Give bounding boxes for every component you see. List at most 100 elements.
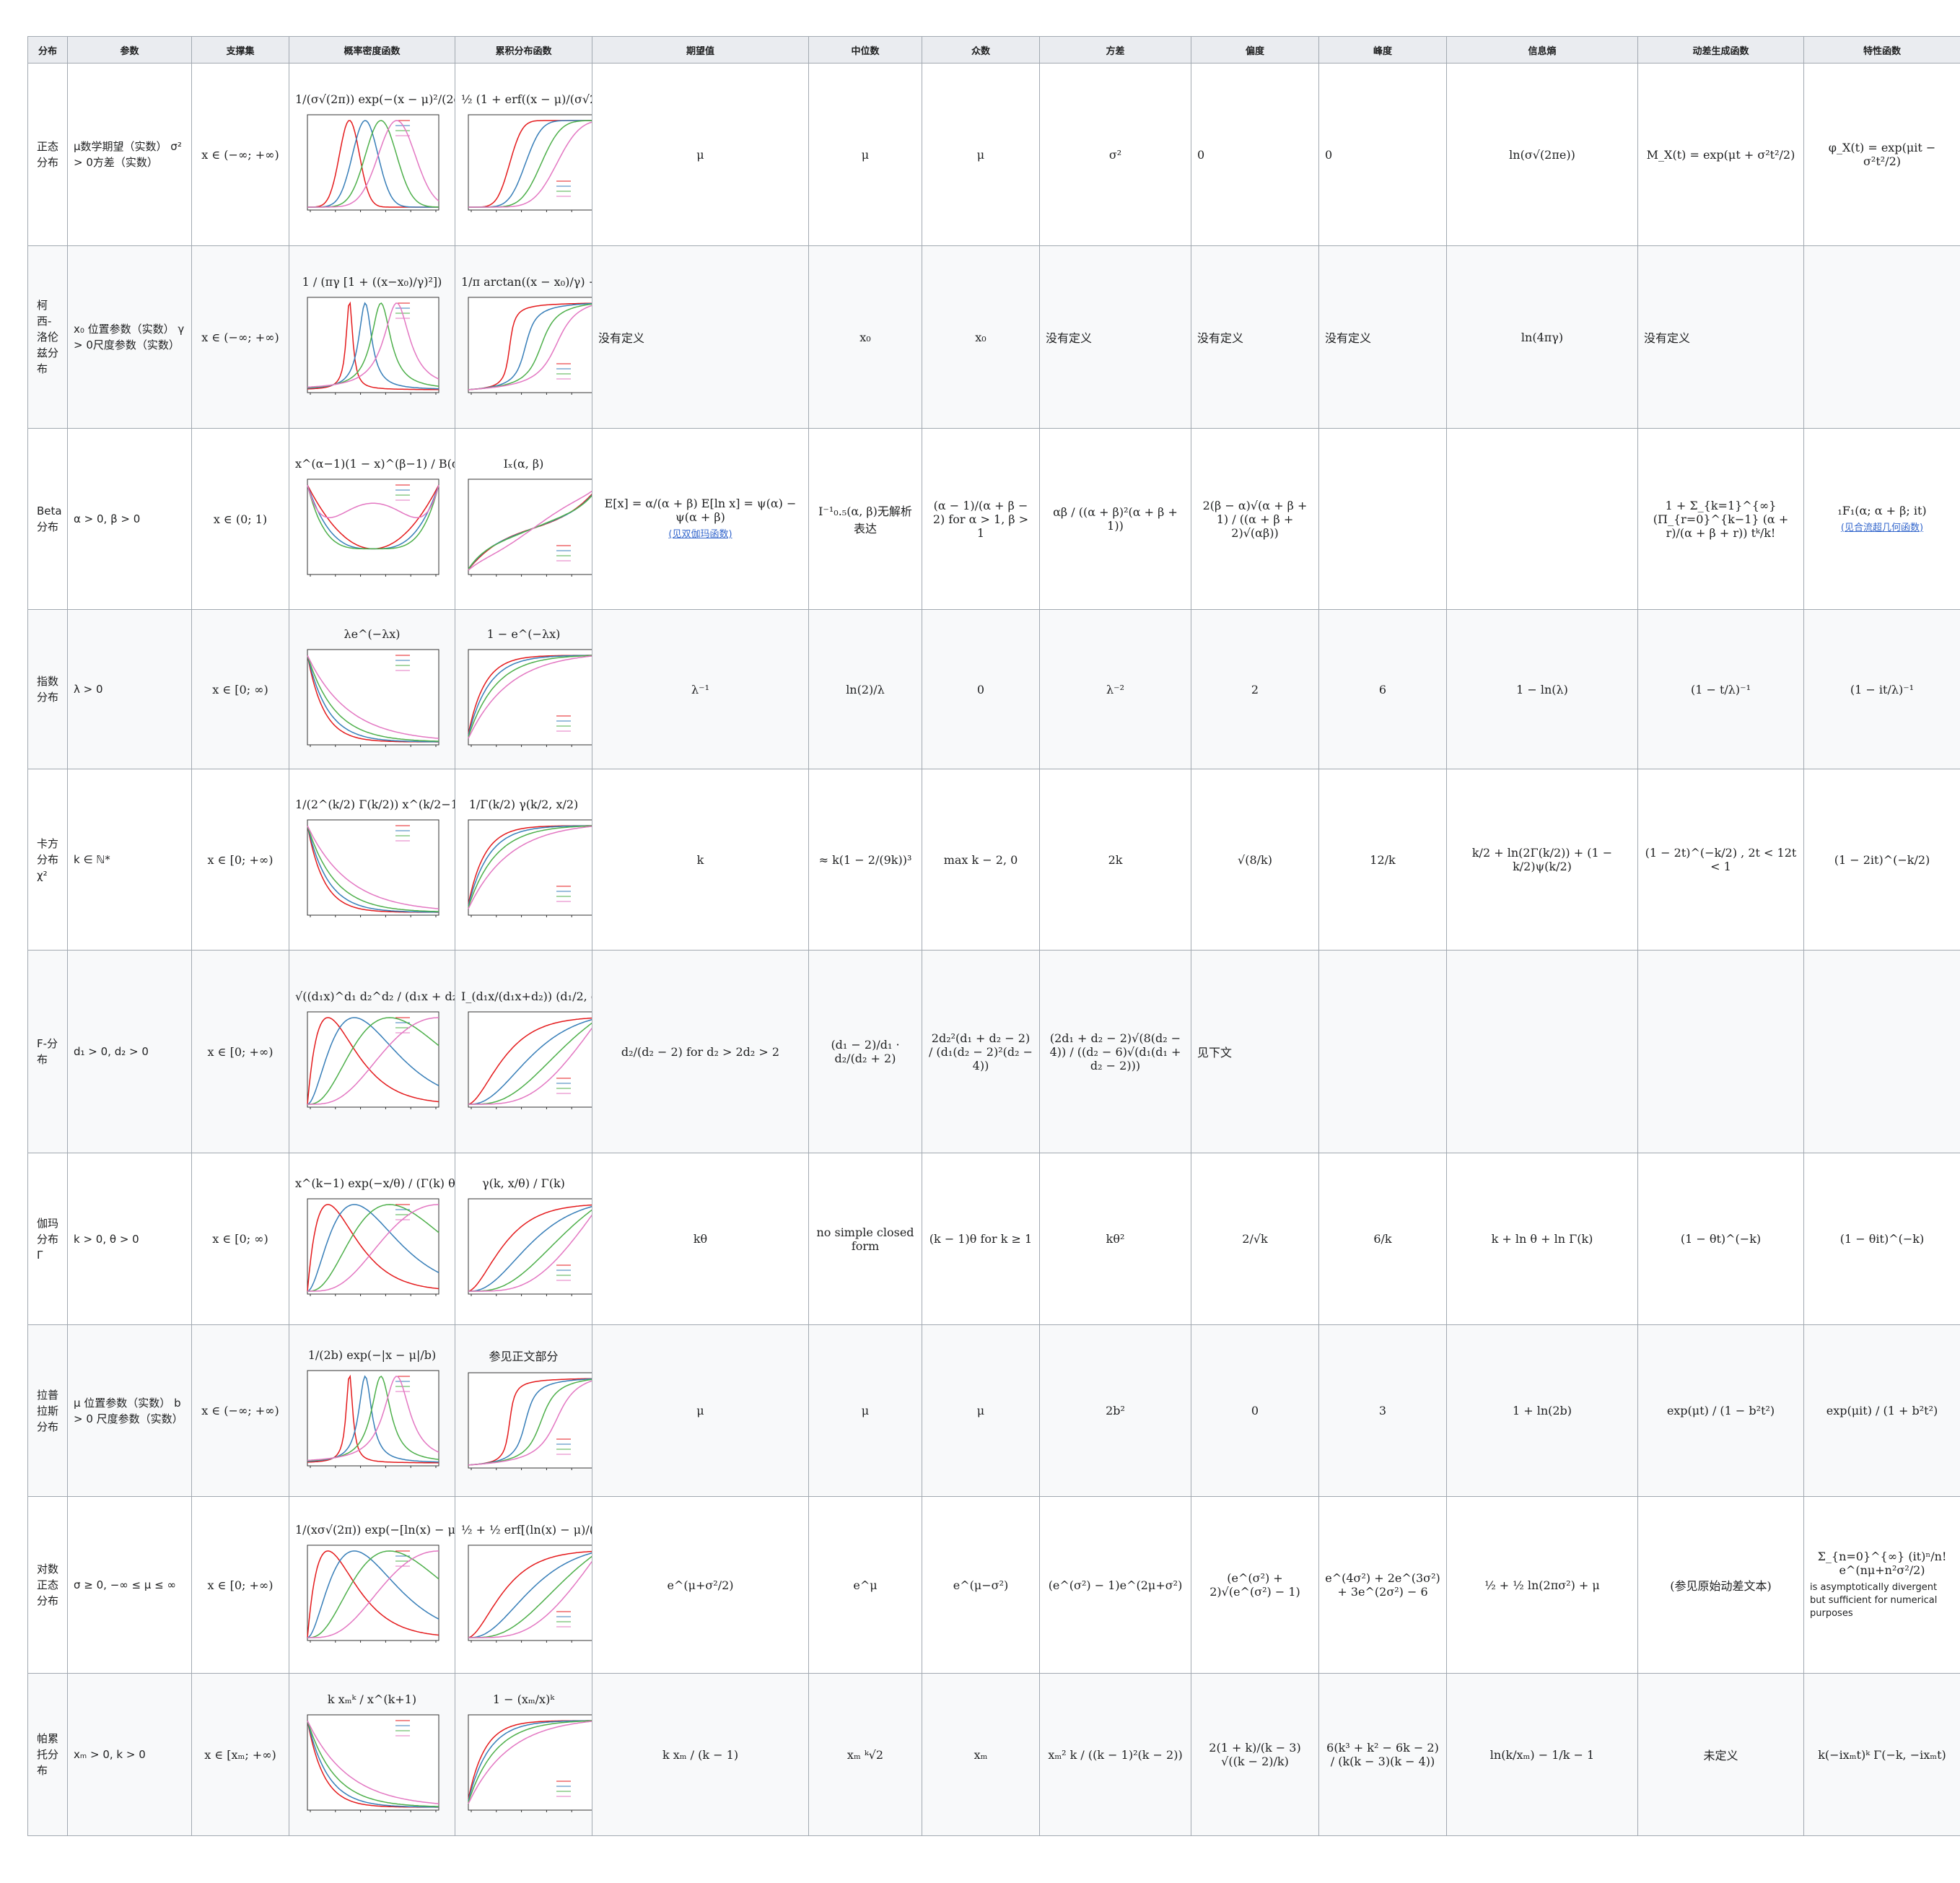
cell-skewness: 0 [1191,63,1319,246]
median-value: ≈ k(1 − 2/(9k))³ [818,852,912,867]
support-value: x ∈ [0; +∞) [207,1044,274,1059]
cell-mgf: 没有定义 [1637,245,1804,429]
cell-variance: (e^(σ²) − 1)e^(2μ+σ²) [1039,1496,1191,1674]
entropy-value: ln(σ√(2πe)) [1509,147,1575,162]
cell-support: x ∈ (−∞; +∞) [191,63,289,246]
mgf-value: 未定义 [1703,1749,1738,1762]
cell-entropy [1446,428,1638,610]
cell-mode: e^(μ−σ²) [922,1496,1040,1674]
cell-support: x ∈ [0; +∞) [191,950,289,1153]
cdf-formula: 参见正文部分 [489,1349,559,1363]
support-value: x ∈ [0; ∞) [212,1232,268,1246]
cdf-plot-image [468,1011,592,1109]
cf-value: Σ_{n=0}^{∞} (it)ⁿ/n! e^(nμ+n²σ²/2) [1817,1550,1947,1577]
cf-reference-link[interactable]: (见合流超几何函数) [1810,522,1954,535]
cell-mode: 0 [922,609,1040,769]
cell-params: d₁ > 0, d₂ > 0 [67,950,192,1153]
median-value: I⁻¹₀.₅(α, β)无解析表达 [818,504,912,536]
mean-value: μ [696,1404,704,1417]
name-value: Beta分布 [37,504,62,533]
pdf-formula: 1 / (πγ [1 + ((x−x₀)/γ)²]) [302,274,442,289]
cell-cf: φ_X(t) = exp(μit − σ²t²/2) [1803,63,1960,246]
cell-mgf: (1 − t/λ)⁻¹ [1637,609,1804,769]
cell-mean: k xₘ / (k − 1) [592,1673,809,1836]
cdf-plot-image [468,819,592,917]
cell-variance: αβ / ((α + β)²(α + β + 1)) [1039,428,1191,610]
cell-kurtosis: 6(k³ + k² − 6k − 2) / (k(k − 3)(k − 4)) [1318,1673,1447,1836]
name-value: 指数分布 [37,675,59,704]
median-value: no simple closed form [816,1225,914,1253]
cell-cdf: 参见正文部分 [455,1324,592,1497]
mode-value: x₀ [975,330,986,344]
cell-median: e^μ [808,1496,922,1674]
variance-value: 2b² [1106,1404,1125,1417]
cell-cdf: ½ (1 + erf((x − μ)/(σ√2))) [455,63,592,246]
mgf-value: exp(μt) / (1 − b²t²) [1666,1404,1775,1417]
cell-params: k > 0, θ > 0 [67,1153,192,1325]
cell-kurtosis: 6/k [1318,1153,1447,1325]
cell-kurtosis: 6 [1318,609,1447,769]
mode-value: μ [976,147,985,162]
cell-cf: (1 − it/λ)⁻¹ [1803,609,1960,769]
table-row: 拉普拉斯分布 μ 位置参数（实数） b > 0 尺度参数（实数） x ∈ (−∞; … [27,1324,1960,1497]
name-value: 卡方分布χ² [37,837,59,882]
cell-support: x ∈ (0; 1) [191,428,289,610]
cf-value: (1 − it/λ)⁻¹ [1850,682,1915,696]
table-row: 柯西-洛伦兹分布 x₀ 位置参数（实数） γ > 0尺度参数（实数） x ∈ (−∞… [27,245,1960,429]
pdf-plot-image [306,1714,439,1812]
cell-entropy [1446,950,1638,1153]
name-value: 伽玛分布Γ [37,1216,59,1262]
cell-entropy: ln(k/xₘ) − 1/k − 1 [1446,1673,1638,1836]
plot-frame [307,649,439,745]
params-value: d₁ > 0, d₂ > 0 [74,1045,149,1058]
cell-params: μ 位置参数（实数） b > 0 尺度参数（实数） [67,1324,192,1497]
pdf-formula: k xₘᵏ / x^(k+1) [327,1692,417,1706]
col-header-mean: 期望值 [592,36,809,64]
mode-value: (α − 1)/(α + β − 2) for α > 1, β > 1 [932,498,1029,540]
cell-params: α > 0, β > 0 [67,428,192,610]
cell-name: 正态分布 [27,63,68,246]
cell-mode: max k − 2, 0 [922,769,1040,951]
variance-value: xₘ² k / ((k − 1)²(k − 2)) [1048,1747,1183,1762]
col-header-cf: 特性函数 [1803,36,1960,64]
cf-note: is asymptotically divergent but sufficie… [1810,1582,1938,1619]
pdf-plot-image [306,1545,439,1643]
mode-value: e^(μ−σ²) [953,1578,1009,1592]
cell-entropy: ½ + ½ ln(2πσ²) + μ [1446,1496,1638,1674]
cell-mode: (α − 1)/(α + β − 2) for α > 1, β > 1 [922,428,1040,610]
skewness-value: 2/√k [1242,1232,1268,1246]
cell-entropy: 1 + ln(2b) [1446,1324,1638,1497]
plot-frame [468,479,592,574]
col-header-mgf: 动差生成函数 [1637,36,1804,64]
col-header-skewness: 偏度 [1191,36,1319,64]
cell-median: μ [808,1324,922,1497]
cell-support: x ∈ [0; +∞) [191,769,289,951]
params-value: σ ≥ 0, −∞ ≤ μ ≤ ∞ [74,1578,177,1591]
variance-value: αβ / ((α + β)²(α + β + 1)) [1053,505,1178,533]
cf-value: exp(μit) / (1 + b²t²) [1826,1404,1938,1417]
mean-reference-link[interactable]: (见双伽玛函数) [598,528,802,541]
mean-value: k [696,852,704,867]
entropy-value: ½ + ½ ln(2πσ²) + μ [1484,1578,1600,1592]
cdf-plot-image [468,479,592,577]
cell-cdf: 1/Γ(k/2) γ(k/2, x/2) [455,769,592,951]
cell-cdf: I_(d₁x/(d₁x+d₂)) (d₁/2, d₂/2) [455,950,592,1153]
cell-cf: exp(μit) / (1 + b²t²) [1803,1324,1960,1497]
cdf-formula: 1 − (xₘ/x)ᵏ [492,1692,555,1706]
cell-mgf: (参见原始动差文本) [1637,1496,1804,1674]
distribution-table: 分布 参数 支撑集 概率密度函数 累积分布函数 期望值 中位数 众数 方差 偏度… [27,36,1960,1836]
skewness-value: 2(1 + k)/(k − 3) √((k − 2)/k) [1209,1741,1301,1768]
cell-pdf: 1/(xσ√(2π)) exp(−[ln(x) − μ]²/(2σ²)) [289,1496,455,1674]
cell-variance: σ² [1039,63,1191,246]
variance-value: (2d₁ + d₂ − 2)√(8(d₂ − 4)) / ((d₂ − 6)√(… [1049,1031,1181,1072]
cell-cdf: 1/π arctan((x − x₀)/γ) + ½ [455,245,592,429]
cell-pdf: 1/(2b) exp(−|x − μ|/b) [289,1324,455,1497]
table-row: 对数正态分布 σ ≥ 0, −∞ ≤ μ ≤ ∞ x ∈ [0; +∞) 1/(xσ√… [27,1496,1960,1674]
cell-variance: 没有定义 [1039,245,1191,429]
kurtosis-value: 没有定义 [1325,331,1372,345]
median-value: e^μ [853,1578,878,1592]
cell-mean: e^(μ+σ²/2) [592,1496,809,1674]
cell-variance: 2b² [1039,1324,1191,1497]
header-row: 分布 参数 支撑集 概率密度函数 累积分布函数 期望值 中位数 众数 方差 偏度… [27,36,1960,64]
cell-support: x ∈ (−∞; +∞) [191,1324,289,1497]
